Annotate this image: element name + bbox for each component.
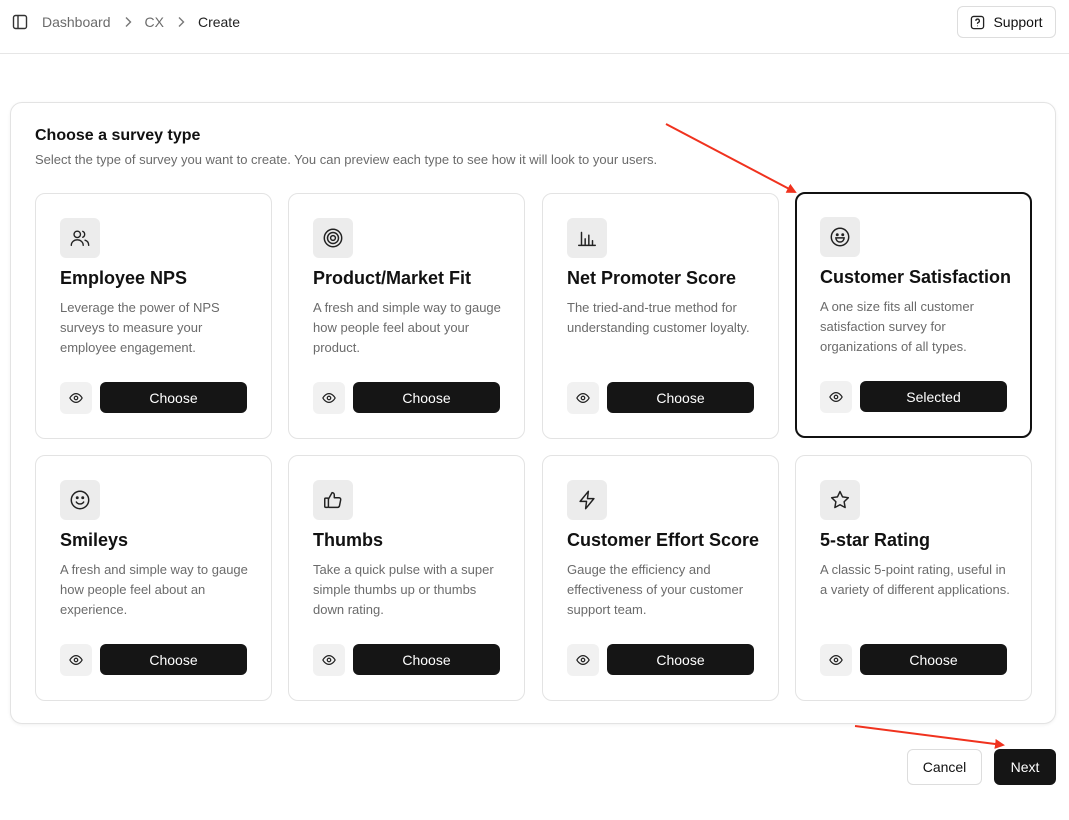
breadcrumb-create: Create — [197, 14, 240, 30]
survey-card-customer-effort-score[interactable]: Customer Effort Score Gauge the efficien… — [542, 455, 779, 701]
choose-button[interactable]: Choose — [353, 644, 500, 675]
arrow-to-next-button — [854, 725, 1005, 749]
sidebar-toggle-icon[interactable] — [12, 14, 28, 30]
target-icon — [313, 218, 353, 258]
card-title: Customer Effort Score — [567, 530, 760, 550]
support-button[interactable]: Support — [957, 6, 1056, 38]
preview-button[interactable] — [60, 644, 92, 676]
breadcrumb: Dashboard CX Create — [42, 13, 240, 31]
eye-icon — [322, 653, 336, 667]
survey-card-smileys[interactable]: Smileys A fresh and simple way to gauge … — [35, 455, 272, 701]
support-label: Support — [993, 14, 1043, 30]
card-title: Product/Market Fit — [313, 268, 472, 288]
eye-icon — [69, 391, 83, 405]
thumbs-up-icon — [313, 480, 353, 520]
panel-title: Choose a survey type — [35, 127, 201, 144]
eye-icon — [322, 391, 336, 405]
panel-subtitle: Select the type of survey you want to cr… — [35, 152, 658, 167]
top-bar: Dashboard CX Create Support — [0, 0, 1069, 54]
card-title: Net Promoter Score — [567, 268, 737, 288]
eye-icon — [69, 653, 83, 667]
card-description: A fresh and simple way to gauge how peop… — [313, 300, 501, 355]
preview-button[interactable] — [313, 382, 345, 414]
choose-button[interactable]: Choose — [100, 644, 247, 675]
card-title: 5-star Rating — [820, 530, 931, 550]
survey-type-panel: Choose a survey type Select the type of … — [10, 102, 1056, 724]
chevron-right-icon — [177, 16, 185, 28]
help-icon — [970, 15, 985, 30]
selected-button[interactable]: Selected — [860, 381, 1007, 412]
preview-button[interactable] — [567, 382, 599, 414]
eye-icon — [576, 653, 590, 667]
smile-icon — [60, 480, 100, 520]
survey-card-customer-satisfaction[interactable]: Customer Satisfaction A one size fits al… — [795, 192, 1032, 438]
card-description: The tried-and-true method for understand… — [567, 300, 750, 335]
preview-button[interactable] — [820, 644, 852, 676]
star-icon — [820, 480, 860, 520]
choose-button[interactable]: Choose — [353, 382, 500, 413]
card-description: A classic 5-point rating, useful in a va… — [820, 562, 1010, 597]
bar-chart-icon — [567, 218, 607, 258]
preview-button[interactable] — [567, 644, 599, 676]
card-title: Thumbs — [313, 530, 383, 550]
grin-icon — [820, 217, 860, 257]
card-title: Smileys — [60, 530, 129, 550]
survey-card-net-promoter-score[interactable]: Net Promoter Score The tried-and-true me… — [542, 193, 779, 439]
survey-card-thumbs[interactable]: Thumbs Take a quick pulse with a super s… — [288, 455, 525, 701]
choose-button[interactable]: Choose — [100, 382, 247, 413]
eye-icon — [576, 391, 590, 405]
lightning-icon — [567, 480, 607, 520]
card-description: A one size fits all customer satisfactio… — [820, 299, 974, 354]
preview-button[interactable] — [313, 644, 345, 676]
survey-card-employee-nps[interactable]: Employee NPS Leverage the power of NPS s… — [35, 193, 272, 439]
survey-card-product-market-fit[interactable]: Product/Market Fit A fresh and simple wa… — [288, 193, 525, 439]
preview-button[interactable] — [820, 381, 852, 413]
card-description: A fresh and simple way to gauge how peop… — [60, 562, 248, 617]
cancel-button[interactable]: Cancel — [907, 749, 982, 785]
card-description: Leverage the power of NPS surveys to mea… — [60, 300, 220, 355]
chevron-right-icon — [124, 16, 132, 28]
preview-button[interactable] — [60, 382, 92, 414]
choose-button[interactable]: Choose — [607, 644, 754, 675]
card-description: Gauge the efficiency and effectiveness o… — [567, 562, 744, 617]
card-title: Customer Satisfaction — [820, 267, 1012, 287]
eye-icon — [829, 653, 843, 667]
choose-button[interactable]: Choose — [860, 644, 1007, 675]
card-title: Employee NPS — [60, 268, 188, 288]
next-button[interactable]: Next — [994, 749, 1056, 785]
choose-button[interactable]: Choose — [607, 382, 754, 413]
breadcrumb-cx[interactable]: CX — [145, 14, 164, 30]
eye-icon — [829, 390, 843, 404]
card-description: Take a quick pulse with a super simple t… — [313, 562, 494, 617]
users-icon — [60, 218, 100, 258]
survey-card-5-star-rating[interactable]: 5-star Rating A classic 5-point rating, … — [795, 455, 1032, 701]
breadcrumb-dashboard[interactable]: Dashboard — [42, 14, 111, 30]
